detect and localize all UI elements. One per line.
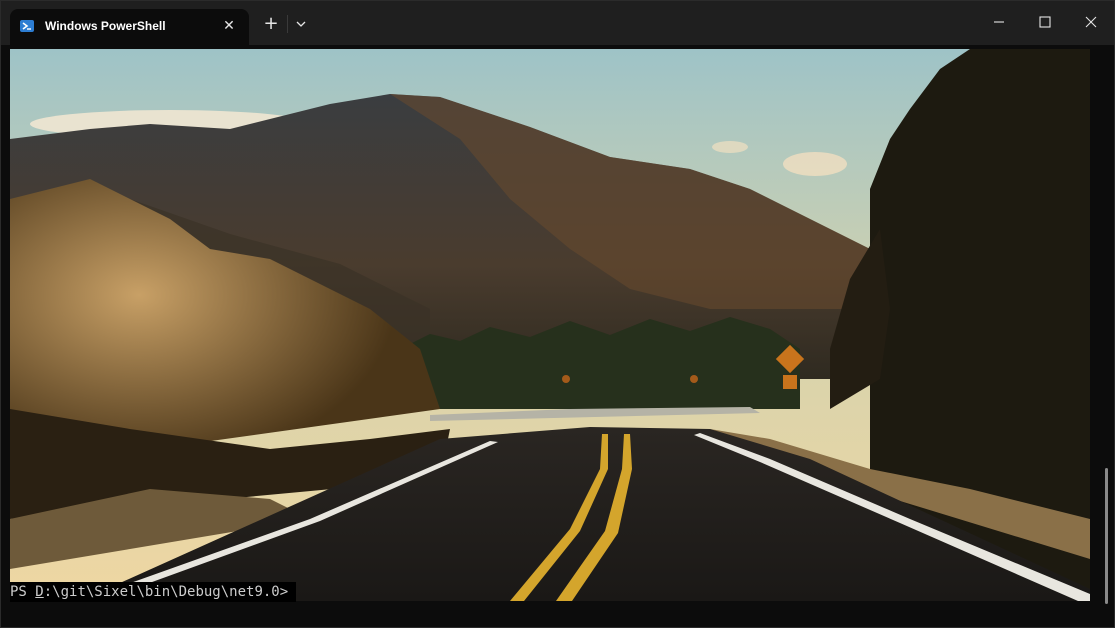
- maximize-icon: [1039, 16, 1051, 28]
- powershell-icon: [19, 18, 35, 34]
- close-window-button[interactable]: [1074, 7, 1108, 37]
- title-bar[interactable]: Windows PowerShell ✕ +: [1, 1, 1114, 45]
- prompt-prefix: PS: [10, 584, 36, 600]
- new-tab-button[interactable]: +: [260, 13, 282, 35]
- maximize-button[interactable]: [1028, 7, 1062, 37]
- minimize-button[interactable]: [982, 7, 1016, 37]
- minimize-icon: [994, 21, 1004, 23]
- command-prompt[interactable]: PS D:\git\Sixel\bin\Debug\net9.0>: [10, 582, 297, 602]
- sixel-image: [10, 49, 1090, 601]
- chevron-down-icon[interactable]: [292, 15, 310, 33]
- close-icon: [1085, 16, 1097, 28]
- terminal-window: Windows PowerShell ✕ + PS D:\git\Sixel\b…: [0, 0, 1115, 628]
- prompt-cursor: D: [35, 584, 44, 600]
- tab-windows-powershell[interactable]: Windows PowerShell ✕: [10, 9, 249, 45]
- prompt-path: :\git\Sixel\bin\Debug\net9.0>: [43, 584, 289, 600]
- close-tab-button[interactable]: ✕: [220, 17, 238, 35]
- scrollbar-thumb[interactable]: [1105, 468, 1108, 604]
- toolbar-divider: [287, 15, 288, 33]
- tab-title: Windows PowerShell: [45, 19, 166, 33]
